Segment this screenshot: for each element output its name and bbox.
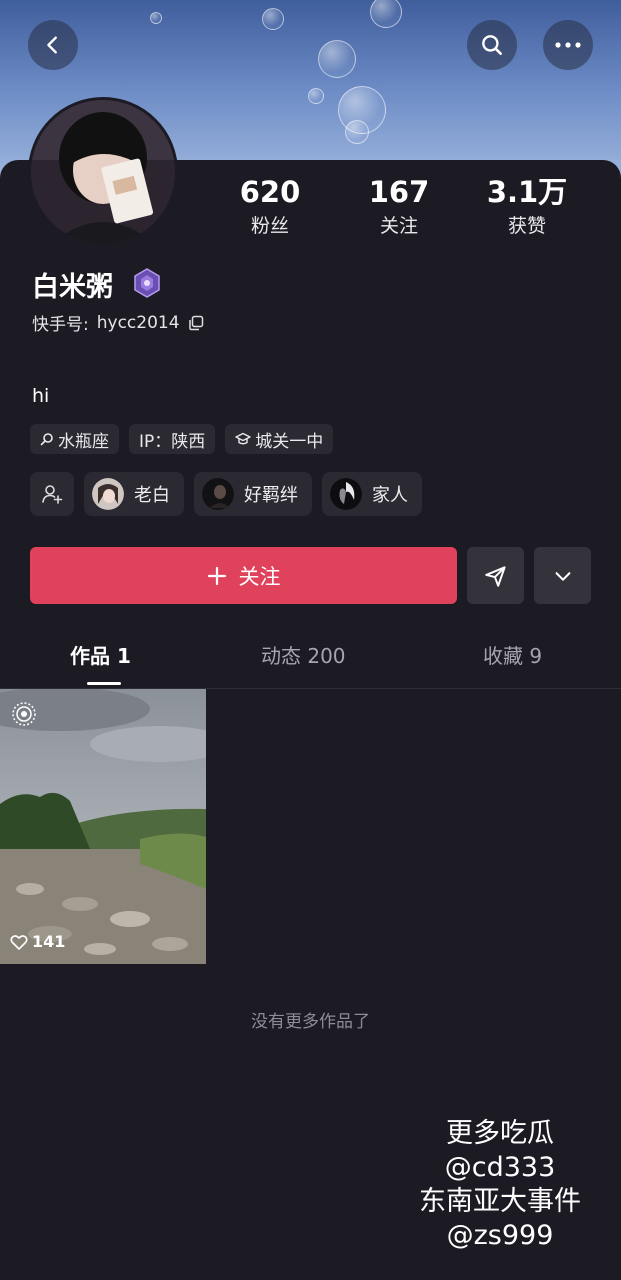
avatar[interactable] [28,97,178,247]
back-button[interactable] [28,20,78,70]
add-person-icon [42,485,63,504]
follow-button[interactable]: 关注 [30,547,457,604]
expand-button[interactable] [534,547,591,604]
no-more-works-text: 没有更多作品了 [251,1012,370,1032]
friend-avatar [202,478,234,510]
graduation-cap-icon [235,432,251,445]
avatar-image [31,100,175,244]
user-id-label: 快手号: [32,315,89,335]
chevron-down-icon [555,571,570,581]
stat-label: 粉丝 [250,215,289,237]
watermark: 更多吃瓜 @cd333 东南亚大事件 @zs999 [415,1117,585,1253]
stat-following[interactable]: 167 关注 [349,175,449,238]
stat-likes[interactable]: 3.1万 获赞 [477,175,577,238]
tag-label: 城关一中 [255,431,324,452]
watermark-line: @cd333 [444,1152,556,1183]
level-badge-icon[interactable] [133,268,161,298]
user-id-row: 快手号: hycc2014 [32,310,204,335]
friend-chip[interactable]: 好羁绊 [194,472,312,516]
live-photo-icon [12,702,36,726]
tab-moments[interactable]: 动态 200 [261,640,346,669]
active-tab-indicator [87,682,121,685]
tab-favorites[interactable]: 收藏 9 [483,640,542,669]
stat-followers[interactable]: 620 粉丝 [220,175,320,238]
search-icon [40,433,53,446]
tag-zodiac[interactable]: 水瓶座 [30,424,119,454]
profile-tags: 水瓶座 IP：陕西 城关一中 [30,424,334,454]
copy-icon[interactable] [188,315,204,331]
post-likes: 141 [10,932,65,951]
tag-school[interactable]: 城关一中 [225,424,334,454]
friend-label: 家人 [372,485,408,506]
friend-avatar [92,478,124,510]
friend-label: 好羁绊 [244,485,298,506]
watermark-line: 更多吃瓜 [446,1118,554,1149]
search-icon [482,35,502,55]
stat-value: 3.1万 [486,175,568,209]
friend-chip[interactable]: 家人 [322,472,422,516]
profile-name: 白米粥 [32,272,113,303]
more-dots-icon [555,42,581,48]
follow-label: 关注 [238,564,281,589]
stat-value: 620 [239,175,301,209]
friend-label: 老白 [134,485,170,506]
tag-label: IP：陕西 [139,431,206,452]
tag-ip[interactable]: IP：陕西 [129,424,216,454]
stat-label: 关注 [379,215,418,237]
profile-bio: hi [32,385,50,407]
friends-row: 老白 好羁绊 家人 [30,472,422,516]
tab-works[interactable]: 作品 1 [70,640,131,669]
friend-chip[interactable]: 老白 [84,472,184,516]
send-icon [484,565,506,587]
more-button[interactable] [543,20,593,70]
message-button[interactable] [467,547,524,604]
post-thumbnail[interactable] [0,689,206,964]
search-button[interactable] [467,20,517,70]
stat-value: 167 [368,175,430,209]
tag-label: 水瓶座 [58,431,109,452]
watermark-line: 东南亚大事件 [419,1186,581,1217]
add-friend-button[interactable] [30,472,74,516]
user-id-value: hycc2014 [96,312,180,333]
stat-label: 获赞 [507,215,546,237]
heart-icon [10,934,28,950]
likes-count: 141 [32,932,66,951]
friend-avatar [330,478,362,510]
post-image [0,689,206,964]
watermark-line: @zs999 [446,1220,554,1251]
plus-icon [207,566,226,585]
back-arrow-icon [47,36,57,54]
